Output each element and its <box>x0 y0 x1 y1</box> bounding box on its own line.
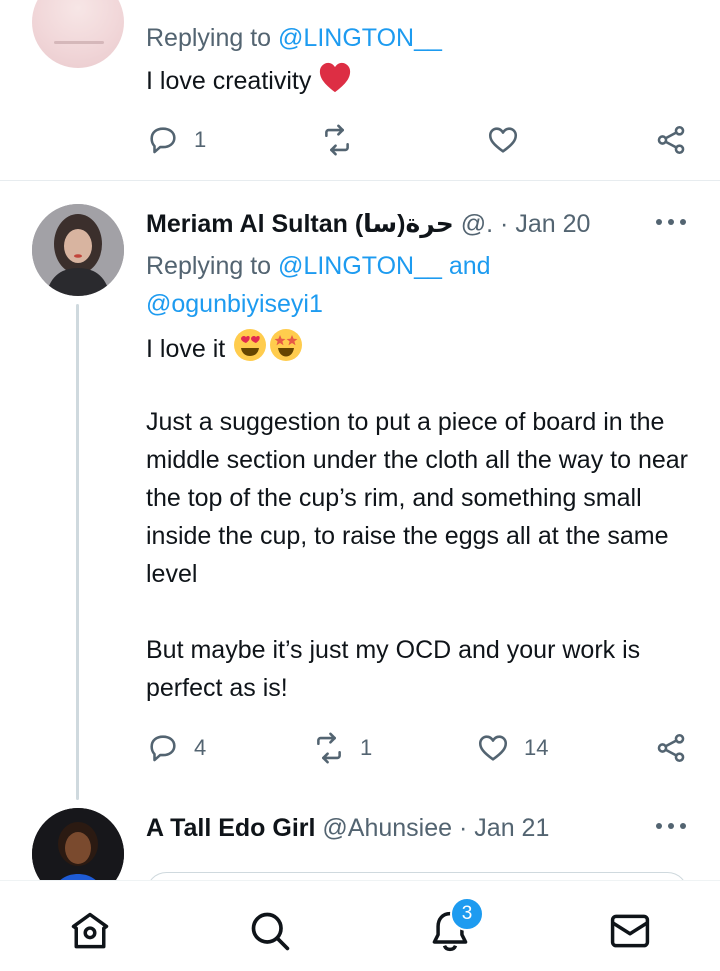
tweet-date[interactable]: Jan 20 <box>515 210 590 238</box>
replying-to-prefix: Replying to <box>146 252 272 280</box>
messages-envelope-icon[interactable] <box>608 909 652 953</box>
header-separator: · <box>500 210 509 238</box>
tweet-body: I love it <box>146 335 226 363</box>
tweet-actions: 4 1 14 <box>146 728 694 768</box>
reply-button[interactable]: 1 <box>146 120 206 160</box>
reply-button[interactable]: 4 <box>146 728 206 768</box>
author-name[interactable]: Meriam Al Sultan (سا)حرة <box>146 210 454 238</box>
tweet-text: I love creativity <box>146 61 352 100</box>
tweet-actions: 1 <box>146 120 694 160</box>
thread-line <box>76 304 79 800</box>
tweet-header: Meriam Al Sultan (سا)حرة @. · Jan 20 <box>146 206 626 242</box>
replying-to-handle[interactable]: @LINGTON__ <box>278 252 442 280</box>
retweet-button[interactable]: 1 <box>312 728 372 768</box>
replying-to-handle[interactable]: @LINGTON__ <box>278 24 442 52</box>
replying-to-handle[interactable]: @ogunbiyiseyi1 <box>146 290 323 318</box>
retweet-icon <box>325 124 349 156</box>
retweet-count: 1 <box>360 735 373 760</box>
retweet-button[interactable] <box>320 120 354 160</box>
avatar-artwork <box>54 41 104 44</box>
tweet-line-1: I love it <box>146 327 304 368</box>
reply-count: 1 <box>194 127 207 152</box>
avatar-photo <box>32 204 124 296</box>
heart-icon <box>478 735 508 761</box>
tweet-paragraph: But maybe it’s just my OCD and your work… <box>146 636 641 702</box>
tweet-divider <box>0 180 720 181</box>
avatar[interactable] <box>32 0 124 68</box>
star-struck-face-icon <box>270 329 303 361</box>
reply-icon <box>150 735 176 762</box>
like-count: 14 <box>524 735 549 760</box>
author-handle[interactable]: @Ahunsiee <box>322 814 452 842</box>
replying-to: Replying to @LINGTON__ <box>146 19 442 57</box>
tweet-paragraph: Just a suggestion to put a piece of boar… <box>146 408 688 588</box>
replying-to-and: and <box>448 252 491 280</box>
reply-count: 4 <box>194 735 207 760</box>
share-button[interactable] <box>654 728 688 768</box>
share-icon <box>657 733 685 763</box>
red-heart-icon <box>320 62 351 93</box>
notification-badge: 3 <box>450 897 484 931</box>
more-options-button[interactable] <box>656 219 686 227</box>
tweet-header: A Tall Edo Girl @Ahunsiee · Jan 21 <box>146 810 549 846</box>
replying-to: Replying to @LINGTON__ and @ogunbiyiseyi… <box>146 247 696 323</box>
retweet-icon <box>317 732 341 764</box>
heart-icon <box>488 127 518 153</box>
author-handle[interactable]: @. <box>461 210 493 238</box>
like-button[interactable]: 14 <box>476 728 548 768</box>
bottom-nav <box>0 880 720 971</box>
tweet-date[interactable]: Jan 21 <box>474 814 549 842</box>
like-button[interactable] <box>486 120 520 160</box>
reply-icon <box>150 127 176 154</box>
share-button[interactable] <box>654 120 688 160</box>
header-separator: · <box>459 814 468 842</box>
avatar[interactable] <box>32 204 124 296</box>
home-icon[interactable] <box>68 909 112 953</box>
more-options-button[interactable] <box>656 823 686 831</box>
share-icon <box>657 125 685 155</box>
search-icon[interactable] <box>248 909 292 953</box>
tweet-body: I love creativity <box>146 67 312 95</box>
heart-eyes-face-icon <box>234 329 267 361</box>
author-name[interactable]: A Tall Edo Girl <box>146 814 315 842</box>
replying-to-prefix: Replying to <box>146 24 272 52</box>
